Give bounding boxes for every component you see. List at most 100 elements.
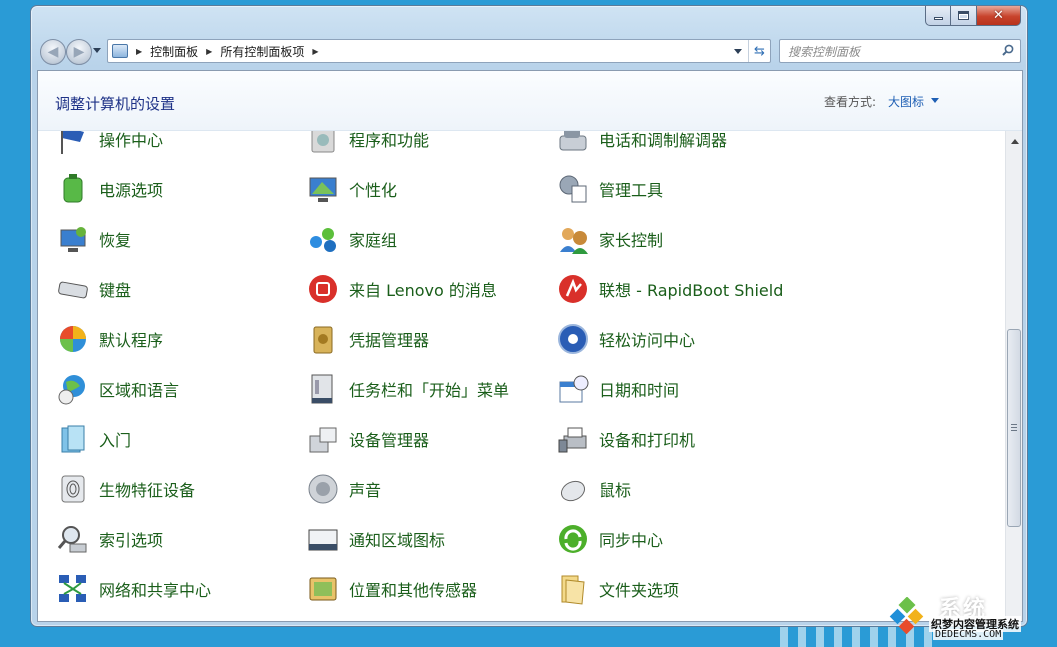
- scroll-thumb[interactable]: [1007, 329, 1021, 527]
- control-panel-item[interactable]: 入门: [56, 421, 131, 457]
- sync-icon: [556, 522, 590, 556]
- control-panel-item[interactable]: 电话和调制解调器: [556, 131, 727, 157]
- control-panel-item[interactable]: 家庭组: [306, 221, 397, 257]
- notification-icon: [306, 522, 340, 556]
- control-panel-item-label[interactable]: 网络和共享中心: [99, 577, 211, 601]
- control-panel-item[interactable]: 日期和时间: [556, 371, 679, 407]
- search-placeholder: 搜索控制面板: [788, 44, 861, 59]
- maximize-icon: [958, 11, 969, 20]
- control-panel-item-label[interactable]: 设备和打印机: [599, 427, 695, 451]
- control-panel-item[interactable]: 文件夹选项: [556, 571, 679, 607]
- control-panel-item[interactable]: 声音: [306, 471, 381, 507]
- search-input[interactable]: 搜索控制面板: [779, 39, 1021, 63]
- grip-icon: [1011, 424, 1017, 431]
- control-panel-item-label[interactable]: 家庭组: [349, 227, 397, 251]
- search-icon[interactable]: [1002, 44, 1014, 56]
- control-panel-item-label[interactable]: 索引选项: [99, 527, 163, 551]
- page-title: 调整计算机的设置: [55, 95, 176, 113]
- control-panel-item[interactable]: 通知区域图标: [306, 521, 445, 557]
- getting-started-icon: [56, 422, 90, 456]
- parental-control-icon: [556, 222, 590, 256]
- control-panel-item-label[interactable]: 恢复: [99, 227, 131, 251]
- recent-pages-dropdown[interactable]: [93, 48, 101, 53]
- maximize-button[interactable]: [951, 6, 977, 26]
- control-panel-item-label[interactable]: 通知区域图标: [349, 527, 445, 551]
- programs-icon: [306, 131, 340, 156]
- control-panel-item-label[interactable]: 联想 - RapidBoot Shield: [599, 277, 783, 301]
- control-panel-item[interactable]: 操作中心: [56, 131, 163, 157]
- control-panel-item[interactable]: 同步中心: [556, 521, 663, 557]
- scroll-up-arrow-icon[interactable]: [1011, 139, 1019, 144]
- control-panel-item[interactable]: 家长控制: [556, 221, 663, 257]
- control-panel-item[interactable]: 索引选项: [56, 521, 163, 557]
- control-panel-item-label[interactable]: 设备管理器: [349, 427, 429, 451]
- arrow-right-icon: ▶: [73, 44, 85, 60]
- control-panel-item[interactable]: 管理工具: [556, 171, 663, 207]
- control-panel-item-label[interactable]: 电话和调制解调器: [599, 131, 727, 151]
- control-panel-item-label[interactable]: 鼠标: [599, 477, 631, 501]
- control-panel-item[interactable]: 电源选项: [56, 171, 163, 207]
- content-header: 调整计算机的设置 查看方式: 大图标: [38, 71, 1022, 131]
- network-icon: [56, 572, 90, 606]
- control-panel-item-label[interactable]: 同步中心: [599, 527, 663, 551]
- address-dropdown-button[interactable]: [734, 48, 742, 54]
- minimize-button[interactable]: [925, 6, 951, 26]
- control-panel-item-label[interactable]: 操作中心: [99, 131, 163, 151]
- view-by-label: 查看方式:: [824, 95, 877, 109]
- mouse-icon: [556, 472, 590, 506]
- control-panel-item[interactable]: 来自 Lenovo 的消息: [306, 271, 497, 307]
- address-bar[interactable]: ▶ 控制面板 ▶ 所有控制面板项 ▶ ⇆: [107, 39, 771, 63]
- control-panel-item[interactable]: 程序和功能: [306, 131, 429, 157]
- control-panel-item-label[interactable]: 程序和功能: [349, 131, 429, 151]
- breadcrumb-control-panel[interactable]: 控制面板: [150, 43, 198, 60]
- control-panel-item[interactable]: 鼠标: [556, 471, 631, 507]
- close-button[interactable]: ✕: [977, 6, 1021, 26]
- control-panel-item[interactable]: 轻松访问中心: [556, 321, 695, 357]
- control-panel-item-label[interactable]: 轻松访问中心: [599, 327, 695, 351]
- control-panel-item-label[interactable]: 生物特征设备: [99, 477, 195, 501]
- credential-vault-icon: [306, 322, 340, 356]
- control-panel-item[interactable]: 区域和语言: [56, 371, 179, 407]
- calendar-clock-icon: [556, 372, 590, 406]
- control-panel-item-label[interactable]: 声音: [349, 477, 381, 501]
- control-panel-item-label[interactable]: 区域和语言: [99, 377, 179, 401]
- control-panel-item-label[interactable]: 管理工具: [599, 177, 663, 201]
- admin-tools-icon: [556, 172, 590, 206]
- control-panel-item-label[interactable]: 位置和其他传感器: [349, 577, 477, 601]
- breadcrumb-chevron-icon[interactable]: ▶: [206, 47, 212, 56]
- back-button[interactable]: ◀: [40, 39, 66, 65]
- control-panel-item-label[interactable]: 来自 Lenovo 的消息: [349, 277, 497, 301]
- control-panel-item-label[interactable]: 个性化: [349, 177, 397, 201]
- control-panel-item[interactable]: 生物特征设备: [56, 471, 195, 507]
- chevron-down-icon[interactable]: [931, 98, 939, 103]
- control-panel-item-label[interactable]: 文件夹选项: [599, 577, 679, 601]
- control-panel-item[interactable]: 默认程序: [56, 321, 163, 357]
- control-panel-item-label[interactable]: 日期和时间: [599, 377, 679, 401]
- control-panel-item[interactable]: 联想 - RapidBoot Shield: [556, 271, 783, 307]
- control-panel-item[interactable]: 设备管理器: [306, 421, 429, 457]
- control-panel-item[interactable]: 网络和共享中心: [56, 571, 211, 607]
- control-panel-item[interactable]: 个性化: [306, 171, 397, 207]
- vertical-scrollbar[interactable]: [1005, 131, 1022, 621]
- breadcrumb-chevron-icon[interactable]: ▶: [312, 47, 318, 56]
- refresh-button[interactable]: ⇆: [748, 40, 770, 62]
- control-panel-item-label[interactable]: 凭据管理器: [349, 327, 429, 351]
- control-panel-item[interactable]: 位置和其他传感器: [306, 571, 477, 607]
- control-panel-item-label[interactable]: 任务栏和「开始」菜单: [349, 377, 509, 401]
- control-panel-item[interactable]: 任务栏和「开始」菜单: [306, 371, 509, 407]
- keyboard-icon: [56, 272, 90, 306]
- control-panel-item[interactable]: 设备和打印机: [556, 421, 695, 457]
- view-by-dropdown[interactable]: 大图标: [888, 93, 924, 110]
- forward-button[interactable]: ▶: [66, 39, 92, 65]
- control-panel-item-label[interactable]: 入门: [99, 427, 131, 451]
- control-panel-item-label[interactable]: 电源选项: [99, 177, 163, 201]
- breadcrumb-all-items[interactable]: 所有控制面板项: [220, 43, 304, 60]
- control-panel-item[interactable]: 凭据管理器: [306, 321, 429, 357]
- breadcrumb-chevron-icon[interactable]: ▶: [136, 47, 142, 56]
- control-panel-item-label[interactable]: 键盘: [99, 277, 131, 301]
- control-panel-item[interactable]: 恢复: [56, 221, 131, 257]
- control-panel-item[interactable]: 键盘: [56, 271, 131, 307]
- control-panel-item-label[interactable]: 家长控制: [599, 227, 663, 251]
- homegroup-icon: [306, 222, 340, 256]
- control-panel-item-label[interactable]: 默认程序: [99, 327, 163, 351]
